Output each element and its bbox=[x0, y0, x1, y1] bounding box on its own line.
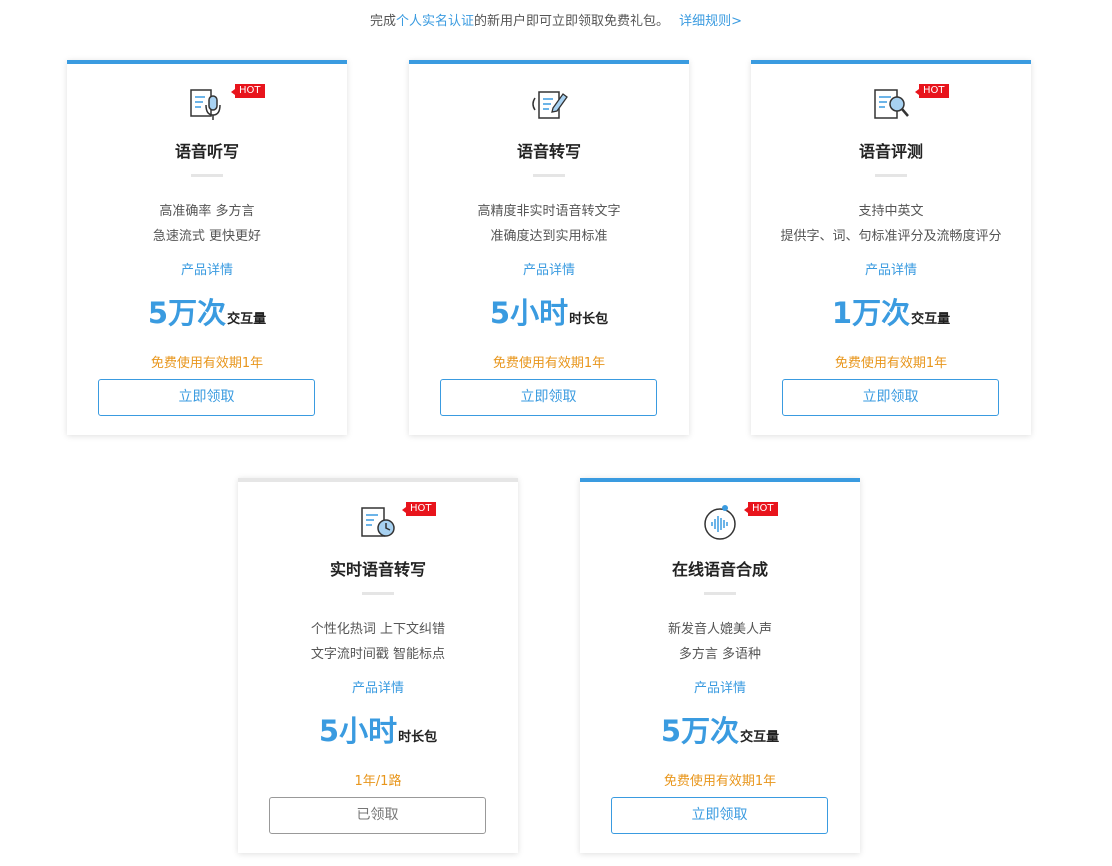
product-details-link[interactable]: 产品详情 bbox=[580, 677, 860, 696]
validity-text: 免费使用有效期1年 bbox=[834, 356, 948, 371]
intro-suffix: 的新用户即可立即领取免费礼包。 bbox=[474, 14, 670, 29]
quota-unit: 时长包 bbox=[398, 730, 438, 745]
quota-amount: 1万次交互量 bbox=[751, 290, 1031, 332]
product-details-link[interactable]: 产品详情 bbox=[751, 259, 1031, 278]
title-divider bbox=[875, 174, 907, 177]
card-desc-line2: 提供字、词、句标准评分及流畅度评分 bbox=[780, 229, 1002, 244]
quota-unit: 交互量 bbox=[227, 312, 267, 327]
card-desc-line1: 支持中英文 bbox=[858, 204, 924, 219]
hot-badge: HOT bbox=[402, 502, 436, 516]
product-card-speech-synthesis: HOT 在线语音合成 新发音人媲美人声 多方言 多语种 产品详情 5万次交互量 … bbox=[580, 478, 860, 853]
claim-button[interactable]: 立即领取 bbox=[611, 797, 828, 834]
claim-button[interactable]: 立即领取 bbox=[782, 379, 999, 416]
rules-link[interactable]: 详细规则> bbox=[679, 14, 742, 29]
card-desc-line1: 新发音人媲美人声 bbox=[667, 622, 772, 637]
quota-number: 5小时 bbox=[318, 714, 398, 748]
card-title: 语音评测 bbox=[858, 142, 923, 161]
voice-dictation-icon bbox=[190, 89, 221, 120]
quota-number: 5万次 bbox=[147, 296, 227, 330]
realtime-transcription-icon bbox=[361, 507, 395, 537]
title-divider bbox=[704, 592, 736, 595]
hot-badge: HOT bbox=[915, 84, 949, 98]
card-title: 在线语音合成 bbox=[671, 560, 768, 579]
quota-number: 5小时 bbox=[489, 296, 569, 330]
hot-badge: HOT bbox=[744, 502, 778, 516]
quota-amount: 5小时时长包 bbox=[409, 290, 689, 332]
quota-amount: 5小时时长包 bbox=[238, 708, 518, 750]
intro-prefix: 完成 bbox=[370, 14, 397, 29]
quota-number: 5万次 bbox=[660, 714, 740, 748]
product-card-speech-evaluation: HOT 语音评测 支持中英文 提供字、词、句标准评分及流畅度评分 产品详情 1万… bbox=[751, 60, 1031, 435]
claim-button[interactable]: 立即领取 bbox=[98, 379, 315, 416]
card-desc-line1: 个性化热词 上下文纠错 bbox=[310, 622, 446, 637]
voice-transcription-icon bbox=[532, 91, 568, 119]
quota-amount: 5万次交互量 bbox=[67, 290, 347, 332]
quota-number: 1万次 bbox=[831, 296, 911, 330]
intro-banner: 完成个人实名认证的新用户即可立即领取免费礼包。 详细规则> bbox=[0, 10, 1112, 29]
card-desc-line1: 高精度非实时语音转文字 bbox=[477, 204, 621, 219]
title-divider bbox=[533, 174, 565, 177]
product-details-link[interactable]: 产品详情 bbox=[409, 259, 689, 278]
product-card-voice-transcription: 语音转写 高精度非实时语音转文字 准确度达到实用标准 产品详情 5小时时长包 免… bbox=[409, 60, 689, 435]
card-desc-line2: 文字流时间戳 智能标点 bbox=[310, 647, 446, 662]
product-details-link[interactable]: 产品详情 bbox=[238, 677, 518, 696]
speech-synthesis-icon bbox=[704, 505, 736, 540]
claim-button[interactable]: 立即领取 bbox=[440, 379, 657, 416]
card-title: 语音听写 bbox=[174, 142, 239, 161]
quota-unit: 交互量 bbox=[740, 730, 780, 745]
product-details-link[interactable]: 产品详情 bbox=[67, 259, 347, 278]
validity-text: 免费使用有效期1年 bbox=[492, 356, 606, 371]
card-desc-line2: 准确度达到实用标准 bbox=[490, 229, 608, 244]
card-title: 实时语音转写 bbox=[329, 560, 426, 579]
quota-amount: 5万次交互量 bbox=[580, 708, 860, 750]
speech-evaluation-icon bbox=[874, 89, 909, 119]
validity-text: 1年/1路 bbox=[354, 774, 402, 789]
validity-text: 免费使用有效期1年 bbox=[150, 356, 264, 371]
validity-text: 免费使用有效期1年 bbox=[663, 774, 777, 789]
product-card-realtime-transcription: HOT 实时语音转写 个性化热词 上下文纠错 文字流时间戳 智能标点 产品详情 … bbox=[238, 478, 518, 853]
card-desc-line2: 急速流式 更快更好 bbox=[152, 229, 262, 244]
title-divider bbox=[191, 174, 223, 177]
quota-unit: 时长包 bbox=[569, 312, 609, 327]
card-desc-line1: 高准确率 多方言 bbox=[159, 204, 255, 219]
product-card-voice-dictation: HOT 语音听写 高准确率 多方言 急速流式 更快更好 产品详情 5万次交互量 … bbox=[67, 60, 347, 435]
card-desc-line2: 多方言 多语种 bbox=[678, 647, 762, 662]
hot-badge: HOT bbox=[231, 84, 265, 98]
claimed-button[interactable]: 已领取 bbox=[269, 797, 486, 834]
realname-auth-link[interactable]: 个人实名认证 bbox=[396, 14, 474, 29]
card-title: 语音转写 bbox=[516, 142, 581, 161]
quota-unit: 交互量 bbox=[911, 312, 951, 327]
title-divider bbox=[362, 592, 394, 595]
